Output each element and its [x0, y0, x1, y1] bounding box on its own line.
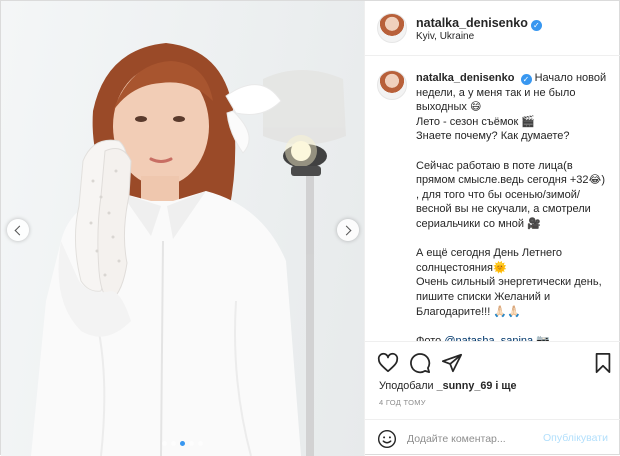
post-header: natalka_denisenko ✓ Kyiv, Ukraine: [365, 1, 620, 56]
carousel-dot: [180, 441, 185, 446]
bookmark-icon[interactable]: [592, 352, 614, 374]
photo-illustration: [31, 43, 346, 456]
caption-line: весной вы не скучали, а смотрели: [416, 203, 591, 216]
heart-icon[interactable]: [377, 352, 399, 374]
smiley-icon[interactable]: [377, 429, 397, 449]
caption-line: выходных 😄: [416, 101, 482, 114]
comment-input[interactable]: [407, 429, 547, 449]
verified-badge-icon: ✓: [530, 20, 542, 31]
chevron-right-icon: [341, 225, 352, 235]
likes-summary: Уподобали _sunny_69 і ще: [379, 380, 517, 392]
verified-badge-icon: ✓: [520, 74, 532, 85]
caption-comment: natalka_denisenko ✓ Начало новой недели,…: [365, 57, 620, 342]
post-photo[interactable]: [1, 1, 364, 456]
caption-line: Лето - сезон съёмок 🎬: [416, 115, 536, 128]
caption-first-line: natalka_denisenko ✓ Начало новой: [416, 71, 614, 86]
caption-line: сериальчики со мной 🎥: [416, 217, 541, 230]
caption-line: , для того что бы осенью/зимой/: [416, 188, 580, 201]
carousel-dot: [198, 441, 203, 446]
speech-bubble-icon[interactable]: [409, 352, 431, 374]
paper-plane-icon[interactable]: [441, 352, 463, 374]
caption-line: Очень сильный энергетически день,: [416, 276, 602, 289]
caption-avatar[interactable]: [377, 70, 407, 100]
caption-line-text: Фото: [416, 334, 445, 342]
carousel-indicator: [1, 441, 364, 446]
caption-line-tail: 📷: [533, 334, 550, 342]
caption-line: пишите списки Желаний и: [416, 290, 551, 303]
avatar[interactable]: [377, 13, 407, 43]
carousel-prev-button[interactable]: [7, 219, 29, 241]
caption-line: А ещё сегодня День Летнего: [416, 247, 563, 260]
add-comment-bar: Опублікувати: [365, 419, 620, 456]
caption-line: Начало новой: [534, 72, 607, 84]
caption-line: прямом смысле.ведь сегодня +32😂): [416, 174, 606, 187]
caption-line: солнцестояния🌞: [416, 261, 507, 274]
location-link[interactable]: Kyiv, Ukraine: [416, 31, 474, 42]
carousel-dot: [162, 441, 167, 446]
publish-button[interactable]: Опублікувати: [543, 432, 608, 444]
carousel-dot: [171, 441, 176, 446]
instagram-post: natalka_denisenko ✓ Kyiv, Ukraine natalka…: [0, 0, 620, 456]
liker-username-link[interactable]: _sunny_69: [437, 380, 493, 392]
mention-link[interactable]: @natasha_sanina: [444, 335, 533, 341]
caption-text: natalka_denisenko ✓ Начало новой недели,…: [416, 71, 614, 342]
caption-line: Знаете почему? Как думаете?: [416, 130, 570, 143]
caption-line: Сейчас работаю в поте лица(в: [416, 159, 573, 172]
likes-prefix: Уподобали: [379, 380, 434, 392]
carousel-next-button[interactable]: [337, 219, 359, 241]
action-bar: [365, 344, 620, 380]
chevron-left-icon: [14, 225, 25, 235]
username-link[interactable]: natalka_denisenko: [416, 16, 528, 30]
photo-credit-line: Фото @natasha_sanina 📷: [416, 334, 614, 342]
likes-others-link[interactable]: і ще: [495, 380, 516, 392]
author-name: natalka_denisenko ✓: [416, 14, 542, 32]
caption-line: Благодарите!!! 🙏🏻🙏🏻: [416, 305, 521, 318]
carousel-dot: [189, 441, 194, 446]
post-timestamp[interactable]: 4 год тому: [379, 398, 426, 407]
caption-username-link[interactable]: natalka_denisenko: [416, 72, 514, 84]
post-side-panel: natalka_denisenko ✓ Kyiv, Ukraine natalka…: [364, 1, 620, 456]
caption-line: недели, а у меня так и не было: [416, 86, 576, 99]
